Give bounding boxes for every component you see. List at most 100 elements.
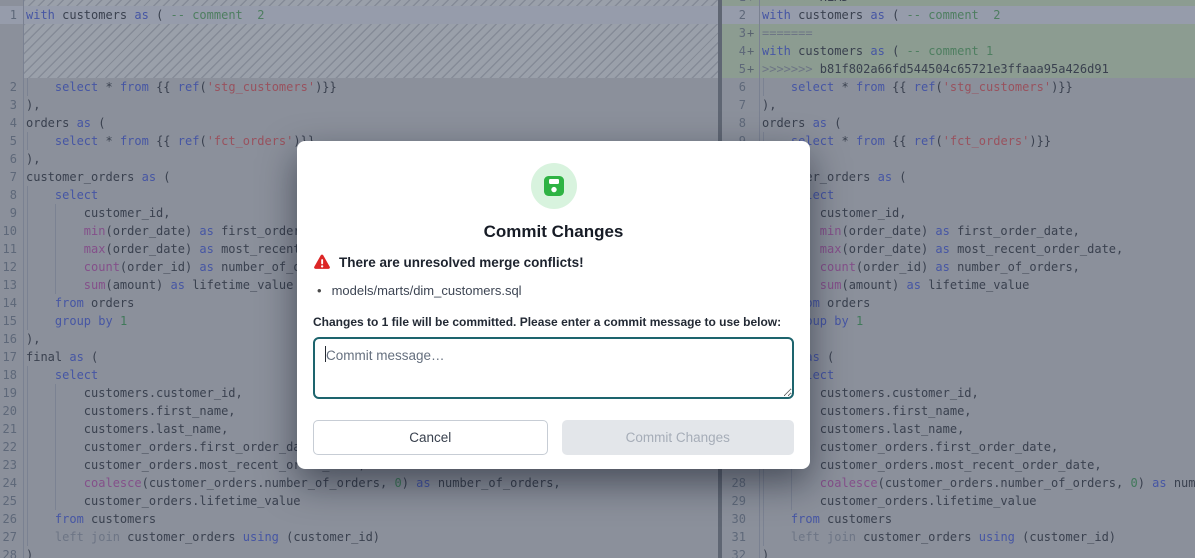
code-line: 31 left join customer_orders using (cust… [722,528,1195,546]
diff-added-marker [746,96,759,114]
line-number-gutter: 2 [722,6,760,24]
modal-actions: Cancel Commit Changes [313,420,794,455]
code-text: customer_orders.lifetime_value [24,492,718,510]
commit-message-input[interactable] [313,337,794,399]
code-line: 30 from customers [722,510,1195,528]
indent-guide [27,474,28,492]
line-number-gutter: 24 [0,474,24,492]
line-number: 29 [722,492,746,510]
diff-added-marker: + [746,24,759,42]
modal-title: Commit Changes [313,222,794,242]
code-line: 3), [0,96,718,114]
code-text: with customers as ( -- comment 2 [760,6,1195,24]
indent-guide [55,456,56,474]
indent-guide [763,528,764,546]
line-number-gutter: 7 [722,96,760,114]
indent-guide [27,438,28,456]
diff-filler-row [0,24,718,78]
indent-guide [27,294,28,312]
line-number: 5 [722,60,746,78]
indent-guide [55,420,56,438]
code-text: customer_orders as ( [760,168,1195,186]
line-number: 3 [722,24,746,42]
commit-message-field-wrap [313,337,794,399]
code-text: customer_id, [760,204,1195,222]
diff-added-marker [746,6,759,24]
line-number-gutter: 17 [0,348,24,366]
line-number-gutter: 26 [0,510,24,528]
code-line: 32) [722,546,1195,558]
code-text: customers.customer_id, [760,384,1195,402]
code-line: 27 left join customer_orders using (cust… [0,528,718,546]
code-text: from orders [760,294,1195,312]
indent-guide [55,276,56,294]
code-line: 25 customer_orders.lifetime_value [0,492,718,510]
line-number-gutter: 18 [0,366,24,384]
code-text: group by 1 [760,312,1195,330]
code-text: customer_orders.most_recent_order_date, [760,456,1195,474]
conflict-file-path: models/marts/dim_customers.sql [332,283,522,298]
code-text: ), [760,150,1195,168]
line-number-gutter: 25 [0,492,24,510]
indent-guide [55,438,56,456]
code-text: sum(amount) as lifetime_value [760,276,1195,294]
code-text: select * from {{ ref('stg_customers')}} [24,78,718,96]
line-number-gutter: 15 [0,312,24,330]
code-line: 2 select * from {{ ref('stg_customers')}… [0,78,718,96]
diff-added-marker [746,474,759,492]
indent-guide [763,510,764,528]
indent-guide [27,456,28,474]
line-number-gutter: 2 [0,78,24,96]
indent-guide [27,240,28,258]
ide-screen: 1with customers as ( -- comment 22 selec… [0,0,1195,558]
line-number-gutter: 6 [0,150,24,168]
line-number: 6 [722,78,746,96]
code-line: 28 coalesce(customer_orders.number_of_or… [722,474,1195,492]
line-number-gutter: 14 [0,294,24,312]
code-text: from customers [760,510,1195,528]
commit-instruction-label: Changes to 1 file will be committed. Ple… [313,315,794,329]
indent-guide [27,132,28,150]
indent-guide [763,78,764,96]
diff-added-marker [746,546,759,558]
cancel-button[interactable]: Cancel [313,420,548,455]
code-line: 4orders as ( [0,114,718,132]
diff-added-marker [746,492,759,510]
indent-guide [27,402,28,420]
indent-guide [791,492,792,510]
diff-added-marker [746,510,759,528]
conflict-file-item: • models/marts/dim_customers.sql [313,283,794,298]
code-line: 28) [0,546,718,558]
code-text: coalesce(customer_orders.number_of_order… [760,474,1195,492]
line-number-gutter: 7 [0,168,24,186]
indent-guide [27,528,28,546]
code-text: ======= [760,24,1195,42]
code-text: ), [760,96,1195,114]
code-text: from customers [24,510,718,528]
code-text: with customers as ( -- comment 2 [24,6,718,24]
code-text: select * from {{ ref('stg_customers')}} [760,78,1195,96]
code-text: customer_orders.lifetime_value [760,492,1195,510]
code-text: ) [24,546,718,558]
line-number-gutter: 13 [0,276,24,294]
line-number-gutter: 8 [0,186,24,204]
code-text: orders as ( [760,114,1195,132]
commit-changes-button[interactable]: Commit Changes [562,420,795,455]
line-number: 2 [722,6,746,24]
code-text: orders as ( [24,114,718,132]
line-number: 32 [722,546,746,558]
indent-guide [27,204,28,222]
indent-guide [55,240,56,258]
code-text: final as ( [760,348,1195,366]
line-number-gutter: 29 [722,492,760,510]
indent-guide [27,366,28,384]
diff-added-marker [746,78,759,96]
indent-guide [55,258,56,276]
indent-guide [27,492,28,510]
code-line: 3+======= [722,24,1195,42]
code-text: ), [760,330,1195,348]
indent-guide [763,474,764,492]
line-number-gutter [0,24,24,78]
line-number-gutter: 30 [722,510,760,528]
code-text: customers.first_name, [760,402,1195,420]
